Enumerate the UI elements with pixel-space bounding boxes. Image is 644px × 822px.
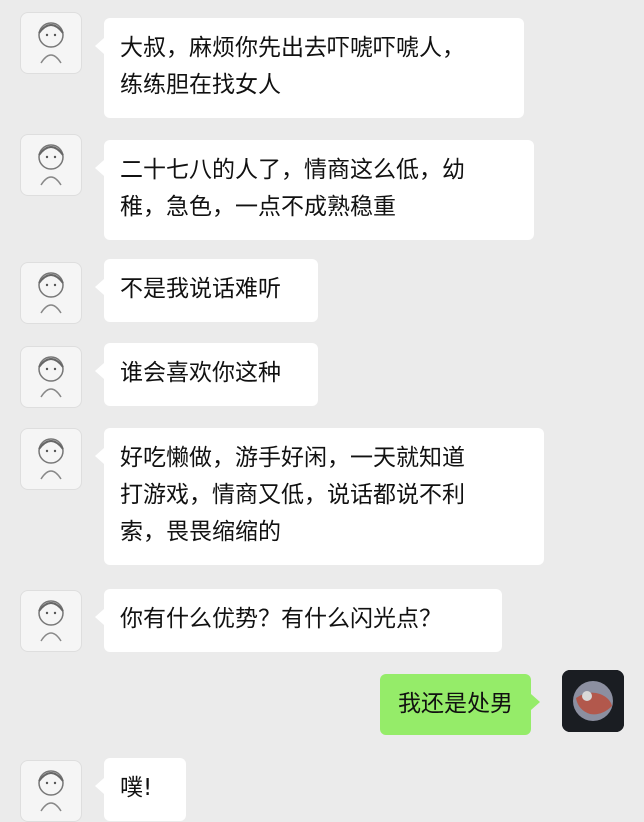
message-line: 不是我说话难听	[120, 276, 281, 302]
message-bubble: 大叔，麻烦你先出去吓唬吓唬人， 练练胆在找女人	[95, 18, 524, 118]
message-bubble: 不是我说话难听	[95, 259, 318, 322]
sketch-girl-avatar-icon[interactable]	[20, 590, 82, 652]
message-bubble: 好吃懒做，游手好闲，一天就知道 打游戏，情商又低，说话都说不利 索，畏畏缩缩的	[95, 428, 544, 565]
message-line: 谁会喜欢你这种	[120, 360, 281, 386]
message-bubble: 二十七八的人了，情商这么低，幼 稚，急色，一点不成熟稳重	[95, 140, 534, 240]
planet-avatar-icon[interactable]	[562, 670, 624, 732]
sketch-girl-avatar-icon[interactable]	[20, 428, 82, 490]
message-line: 噗!	[120, 775, 153, 801]
message-line: 我还是处男	[398, 691, 513, 717]
message-line: 打游戏，情商又低，说话都说不利	[120, 482, 465, 508]
message-line: 好吃懒做，游手好闲，一天就知道	[120, 445, 465, 471]
sketch-girl-avatar-icon[interactable]	[20, 134, 82, 196]
message-line: 大叔，麻烦你先出去吓唬吓唬人，	[120, 35, 465, 61]
message-bubble: 噗!	[95, 758, 186, 821]
message-line: 二十七八的人了，情商这么低，幼	[120, 157, 465, 183]
message-bubble: 谁会喜欢你这种	[95, 343, 318, 406]
sketch-girl-avatar-icon[interactable]	[20, 262, 82, 324]
message-line: 稚，急色，一点不成熟稳重	[120, 194, 396, 220]
message-line: 索，畏畏缩缩的	[120, 519, 281, 545]
chat-window: 大叔，麻烦你先出去吓唬吓唬人， 练练胆在找女人 二十七八的人了，情商这么低，幼 …	[0, 0, 644, 822]
sketch-girl-avatar-icon[interactable]	[20, 760, 82, 822]
message-bubble: 你有什么优势？有什么闪光点？	[95, 589, 502, 652]
sketch-girl-avatar-icon[interactable]	[20, 12, 82, 74]
message-line: 你有什么优势？有什么闪光点？	[120, 606, 442, 632]
message-line: 练练胆在找女人	[120, 72, 281, 98]
message-bubble-self: 我还是处男	[380, 674, 540, 735]
sketch-girl-avatar-icon[interactable]	[20, 346, 82, 408]
